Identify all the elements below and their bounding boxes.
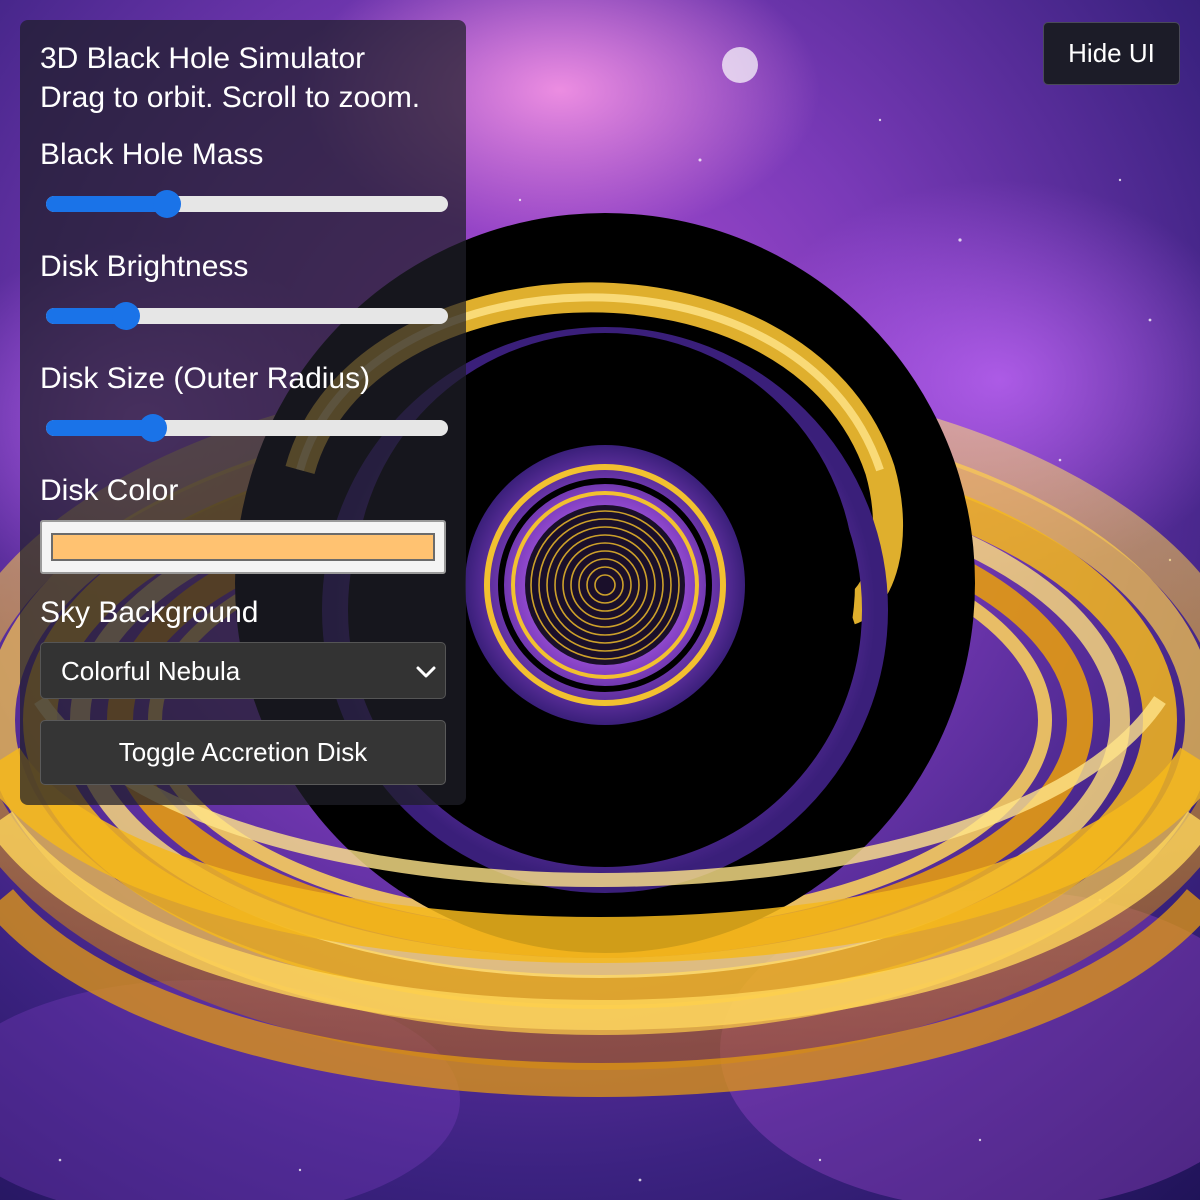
panel-title: 3D Black Hole Simulator bbox=[40, 42, 366, 75]
sky-background-select[interactable]: Colorful Nebula bbox=[40, 642, 446, 699]
toggle-accretion-disk-button[interactable]: Toggle Accretion Disk bbox=[40, 720, 446, 785]
disk-size-label: Disk Size (Outer Radius) bbox=[40, 362, 371, 395]
sky-background-selected: Colorful Nebula bbox=[61, 656, 241, 686]
mass-label: Black Hole Mass bbox=[40, 138, 264, 171]
chevron-down-icon bbox=[416, 666, 436, 678]
sky-background-label: Sky Background bbox=[40, 596, 259, 629]
disk-color-picker[interactable] bbox=[40, 520, 446, 574]
mass-slider[interactable] bbox=[46, 190, 448, 218]
disk-size-slider-fill bbox=[46, 420, 153, 436]
disk-color-swatch bbox=[51, 533, 435, 561]
mass-slider-thumb[interactable] bbox=[152, 190, 181, 218]
brightness-label: Disk Brightness bbox=[40, 250, 249, 283]
disk-size-slider-thumb[interactable] bbox=[138, 414, 167, 442]
brightness-slider[interactable] bbox=[46, 302, 448, 330]
panel-subtitle: Drag to orbit. Scroll to zoom. bbox=[40, 81, 421, 114]
disk-size-slider[interactable] bbox=[46, 414, 448, 442]
brightness-slider-thumb[interactable] bbox=[112, 302, 141, 330]
hide-ui-button[interactable]: Hide UI bbox=[1043, 22, 1180, 85]
mass-slider-fill bbox=[46, 196, 167, 212]
disk-color-label: Disk Color bbox=[40, 474, 179, 507]
control-panel: 3D Black Hole Simulator Drag to orbit. S… bbox=[20, 20, 466, 805]
